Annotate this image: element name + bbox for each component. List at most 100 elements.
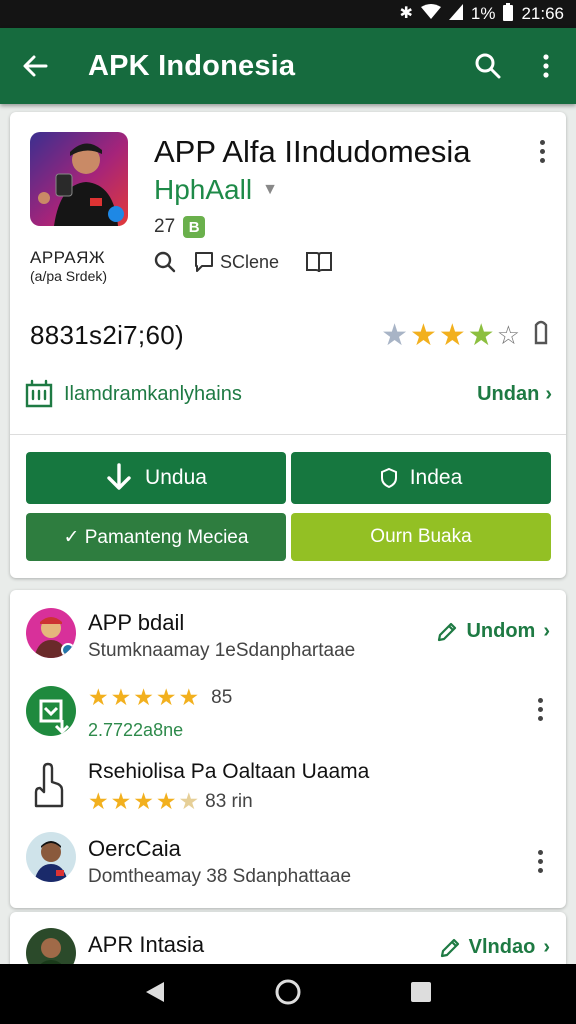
share-button[interactable]: Ourn Buaka [291, 513, 551, 561]
list-item[interactable]: ★ ★ ★ ★ ★ 85 2.7722a8ne [10, 676, 566, 746]
chevron-right-icon: › [545, 382, 552, 405]
app-menu-button[interactable] [530, 136, 554, 166]
lock-icon [532, 319, 550, 353]
app-detail-card: APP Alfa IIndudomesia HphAall ▼ 27 B APP… [10, 112, 566, 578]
book-tool-button[interactable] [305, 250, 333, 274]
back-triangle-icon [146, 981, 164, 1002]
download-icon [107, 463, 131, 490]
open-label: Indea [409, 466, 463, 489]
review-stars: ★ ★ ★ ★ ★ 83 rin [88, 788, 253, 815]
rating-count: 8831s2i7;60) [30, 320, 184, 350]
back-button[interactable] [0, 54, 70, 78]
review-stars: ★ ★ ★ ★ ★ 85 [88, 684, 232, 711]
edit-icon [440, 938, 459, 957]
home-nav-button[interactable] [274, 978, 302, 1011]
star-icon: ★ [88, 788, 109, 814]
chevron-right-icon: › [543, 936, 550, 958]
touch-icon [32, 762, 64, 813]
shield-icon [380, 468, 397, 488]
avatar [26, 832, 76, 882]
star-icon: ★ [467, 319, 495, 352]
list-item[interactable]: OercCaia Domtheamay 38 Sdanphattaae [10, 826, 566, 906]
feature-row[interactable]: Ilamdramkanlyhains Undan › [24, 372, 552, 416]
wishlist-label: ✓ Pamanteng Meciea [63, 526, 249, 548]
review-name: Rsehiolisa Pa Oaltaan Uaama [88, 760, 370, 783]
search-icon [475, 53, 501, 79]
recents-square-icon [411, 981, 431, 1002]
star-icon: ★ [409, 319, 437, 352]
meta-count: 27 [154, 216, 176, 237]
search-button[interactable] [460, 53, 516, 79]
review-name: APP bdail [88, 610, 185, 635]
star-icon: ★ [110, 788, 132, 814]
avatar [26, 686, 76, 736]
feature-label: Ilamdramkanlyhains [64, 382, 242, 405]
home-circle-icon [275, 979, 301, 1004]
list-item[interactable]: APP bdail Stumknaamay 1eSdanphartaae Und… [10, 590, 566, 676]
review-name: APR Intasia [88, 932, 205, 957]
store-icon [25, 379, 53, 408]
app-tools: SClene [154, 250, 333, 274]
install-button[interactable]: Undua [26, 452, 286, 504]
recents-nav-button[interactable] [410, 981, 432, 1008]
app-icon [30, 132, 128, 226]
app-tagline: APPAЯЖ (a/pa Srdek) [30, 248, 148, 286]
wifi-icon [420, 4, 441, 24]
comment-tool-label: SClene [220, 251, 280, 272]
back-arrow-icon [23, 55, 48, 77]
rating-value: 85 [211, 686, 233, 708]
back-nav-button[interactable] [144, 980, 166, 1009]
feature-link[interactable]: Undan › [477, 383, 552, 406]
share-label: Ourn Buaka [370, 526, 472, 547]
avatar [26, 608, 76, 658]
review-action-link[interactable]: Undom › [436, 620, 550, 643]
comment-icon [195, 252, 213, 272]
review-action-label: Undom [466, 620, 536, 642]
more-options-button[interactable] [516, 54, 576, 78]
rating-stars: ★ ★ ★ ★ ☆ [381, 318, 550, 353]
navigation-bar [0, 964, 576, 1024]
chevron-right-icon: › [543, 620, 550, 642]
app-meta: 27 B [154, 216, 206, 238]
star-icon: ★ [155, 788, 177, 814]
app-bar-title: APK Indonesia [88, 49, 296, 82]
item-menu-button[interactable] [528, 694, 552, 724]
search-icon [154, 251, 176, 273]
book-icon [306, 252, 333, 273]
star-icon: ★ [381, 319, 408, 352]
tagline-line-1: APPAЯЖ [30, 248, 106, 267]
status-bar: ✱ 1% 21:66 [0, 0, 576, 28]
search-tool-button[interactable] [154, 251, 176, 273]
partial-review-card: APR Intasia Vlndao › [10, 912, 566, 972]
clock: 21:66 [521, 4, 564, 23]
bluetooth-icon: ✱ [399, 5, 413, 22]
signal-icon [448, 4, 463, 24]
star-icon: ★ [155, 684, 177, 710]
install-label: Undua [145, 466, 207, 489]
battery-percent: 1% [470, 4, 496, 23]
star-icon: ★ [133, 684, 154, 710]
more-vert-icon [543, 54, 549, 78]
open-button[interactable]: Indea [291, 452, 551, 504]
star-icon: ★ [133, 788, 154, 814]
feature-link-label: Undan [477, 382, 540, 405]
star-outline-icon: ☆ [496, 320, 520, 350]
review-subtitle: Domtheamay 38 Sdanphattaae [88, 866, 352, 887]
star-icon: ★ [110, 684, 132, 710]
developer-link[interactable]: HphAall ▼ [154, 174, 278, 206]
star-icon: ★ [178, 788, 200, 814]
review-action-label: Vlndao [468, 936, 536, 958]
chevron-down-icon: ▼ [262, 181, 278, 198]
wishlist-button[interactable]: ✓ Pamanteng Meciea [26, 513, 286, 561]
item-menu-button[interactable] [528, 846, 552, 876]
age-rating-badge: B [183, 216, 206, 238]
rating-row: 8831s2i7;60) ★ ★ ★ ★ ☆ [30, 318, 550, 353]
divider [10, 434, 566, 435]
review-action-link[interactable]: Vlndao › [439, 936, 550, 959]
star-icon: ★ [88, 684, 109, 710]
edit-icon [438, 622, 457, 641]
comment-tool-button[interactable]: SClene [194, 251, 279, 273]
review-subtitle: Stumknaamay 1eSdanphartaae [88, 640, 356, 661]
list-item[interactable]: Rsehiolisa Pa Oaltaan Uaama ★ ★ ★ ★ ★ 83… [10, 750, 566, 822]
reviews-card: APP bdail Stumknaamay 1eSdanphartaae Und… [10, 590, 566, 908]
